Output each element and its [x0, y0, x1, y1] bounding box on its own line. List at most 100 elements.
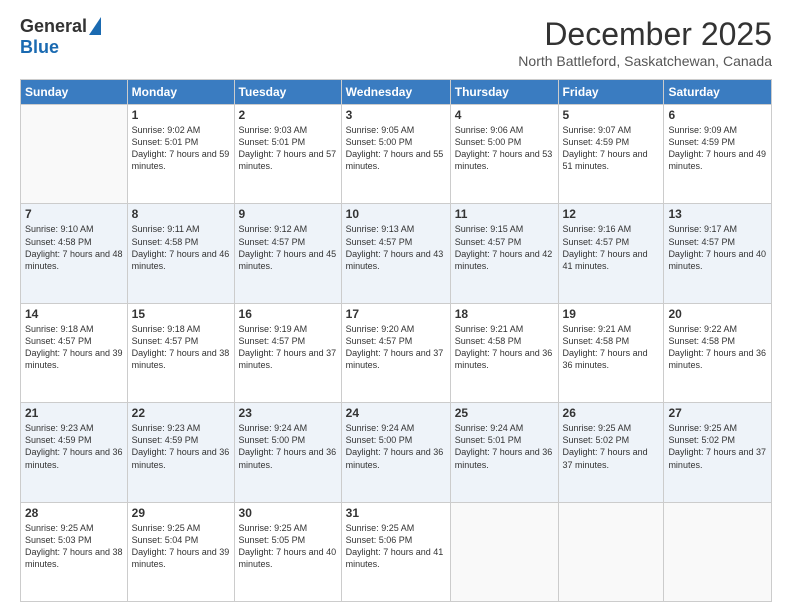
calendar-cell: 8 Sunrise: 9:11 AMSunset: 4:58 PMDaylight… [127, 204, 234, 303]
day-number: 18 [455, 307, 554, 321]
calendar-cell: 6Sunrise: 9:09 AMSunset: 4:59 PMDaylight… [664, 105, 772, 204]
calendar-header-sunday: Sunday [21, 80, 128, 105]
cell-sun-info: Sunrise: 9:13 AMSunset: 4:57 PMDaylight:… [346, 223, 446, 272]
day-number: 25 [455, 406, 554, 420]
day-number: 30 [239, 506, 337, 520]
day-number: 31 [346, 506, 446, 520]
day-number: 6 [668, 108, 767, 122]
calendar-week-row: 14Sunrise: 9:18 AMSunset: 4:57 PMDayligh… [21, 303, 772, 402]
calendar-header-wednesday: Wednesday [341, 80, 450, 105]
cell-sun-info: Sunrise: 9:23 AMSunset: 4:59 PMDaylight:… [132, 422, 230, 471]
logo: General Blue [20, 16, 101, 58]
day-number: 24 [346, 406, 446, 420]
cell-sun-info: Sunrise: 9:19 AMSunset: 4:57 PMDaylight:… [239, 323, 337, 372]
cell-sun-info: Sunrise: 9:25 AMSunset: 5:04 PMDaylight:… [132, 522, 230, 571]
page: General Blue December 2025 North Battlef… [0, 0, 792, 612]
cell-sun-info: Sunrise: 9:15 AMSunset: 4:57 PMDaylight:… [455, 223, 554, 272]
day-number: 26 [563, 406, 660, 420]
day-number: 20 [668, 307, 767, 321]
title-section: December 2025 North Battleford, Saskatch… [518, 16, 772, 69]
calendar-header-friday: Friday [558, 80, 664, 105]
day-number: 15 [132, 307, 230, 321]
calendar-cell: 11Sunrise: 9:15 AMSunset: 4:57 PMDayligh… [450, 204, 558, 303]
calendar-cell: 1 Sunrise: 9:02 AMSunset: 5:01 PMDaylight… [127, 105, 234, 204]
calendar-cell: 4 Sunrise: 9:06 AMSunset: 5:00 PMDaylight… [450, 105, 558, 204]
day-number: 13 [668, 207, 767, 221]
day-number: 8 [132, 207, 230, 221]
calendar-cell [21, 105, 128, 204]
cell-sun-info: Sunrise: 9:05 AMSunset: 5:00 PMDaylight:… [346, 124, 446, 173]
cell-sun-info: Sunrise: 9:23 AMSunset: 4:59 PMDaylight:… [25, 422, 123, 471]
calendar-cell: 22Sunrise: 9:23 AMSunset: 4:59 PMDayligh… [127, 403, 234, 502]
cell-sun-info: Sunrise: 9:25 AMSunset: 5:06 PMDaylight:… [346, 522, 446, 571]
day-number: 2 [239, 108, 337, 122]
calendar-header-row: SundayMondayTuesdayWednesdayThursdayFrid… [21, 80, 772, 105]
calendar-week-row: 7 Sunrise: 9:10 AMSunset: 4:58 PMDaylight… [21, 204, 772, 303]
calendar-cell: 20Sunrise: 9:22 AMSunset: 4:58 PMDayligh… [664, 303, 772, 402]
calendar-cell: 5 Sunrise: 9:07 AMSunset: 4:59 PMDaylight… [558, 105, 664, 204]
calendar-cell: 21 Sunrise: 9:23 AMSunset: 4:59 PMDayligh… [21, 403, 128, 502]
calendar-cell: 26 Sunrise: 9:25 AMSunset: 5:02 PMDayligh… [558, 403, 664, 502]
calendar-cell: 12 Sunrise: 9:16 AMSunset: 4:57 PMDayligh… [558, 204, 664, 303]
cell-sun-info: Sunrise: 9:16 AMSunset: 4:57 PMDaylight:… [563, 223, 660, 272]
calendar-header-saturday: Saturday [664, 80, 772, 105]
cell-sun-info: Sunrise: 9:24 AMSunset: 5:00 PMDaylight:… [346, 422, 446, 471]
calendar-cell: 29 Sunrise: 9:25 AMSunset: 5:04 PMDayligh… [127, 502, 234, 601]
calendar-cell: 14Sunrise: 9:18 AMSunset: 4:57 PMDayligh… [21, 303, 128, 402]
day-number: 10 [346, 207, 446, 221]
calendar-cell [558, 502, 664, 601]
calendar-week-row: 28Sunrise: 9:25 AMSunset: 5:03 PMDayligh… [21, 502, 772, 601]
day-number: 7 [25, 207, 123, 221]
calendar-cell: 9 Sunrise: 9:12 AMSunset: 4:57 PMDaylight… [234, 204, 341, 303]
calendar-cell [664, 502, 772, 601]
day-number: 29 [132, 506, 230, 520]
cell-sun-info: Sunrise: 9:21 AMSunset: 4:58 PMDaylight:… [563, 323, 660, 372]
calendar-cell: 7 Sunrise: 9:10 AMSunset: 4:58 PMDaylight… [21, 204, 128, 303]
cell-sun-info: Sunrise: 9:11 AMSunset: 4:58 PMDaylight:… [132, 223, 230, 272]
cell-sun-info: Sunrise: 9:17 AMSunset: 4:57 PMDaylight:… [668, 223, 767, 272]
cell-sun-info: Sunrise: 9:10 AMSunset: 4:58 PMDaylight:… [25, 223, 123, 272]
calendar-header-monday: Monday [127, 80, 234, 105]
calendar-cell: 31 Sunrise: 9:25 AMSunset: 5:06 PMDayligh… [341, 502, 450, 601]
cell-sun-info: Sunrise: 9:25 AMSunset: 5:02 PMDaylight:… [563, 422, 660, 471]
cell-sun-info: Sunrise: 9:06 AMSunset: 5:00 PMDaylight:… [455, 124, 554, 173]
cell-sun-info: Sunrise: 9:25 AMSunset: 5:05 PMDaylight:… [239, 522, 337, 571]
day-number: 12 [563, 207, 660, 221]
calendar-cell: 3Sunrise: 9:05 AMSunset: 5:00 PMDaylight… [341, 105, 450, 204]
cell-sun-info: Sunrise: 9:25 AMSunset: 5:03 PMDaylight:… [25, 522, 123, 571]
calendar-cell: 28Sunrise: 9:25 AMSunset: 5:03 PMDayligh… [21, 502, 128, 601]
cell-sun-info: Sunrise: 9:20 AMSunset: 4:57 PMDaylight:… [346, 323, 446, 372]
month-title: December 2025 [518, 16, 772, 53]
calendar-week-row: 21 Sunrise: 9:23 AMSunset: 4:59 PMDayligh… [21, 403, 772, 502]
calendar: SundayMondayTuesdayWednesdayThursdayFrid… [20, 79, 772, 602]
cell-sun-info: Sunrise: 9:02 AMSunset: 5:01 PMDaylight:… [132, 124, 230, 173]
calendar-week-row: 1 Sunrise: 9:02 AMSunset: 5:01 PMDaylight… [21, 105, 772, 204]
header: General Blue December 2025 North Battlef… [20, 16, 772, 69]
calendar-cell: 27Sunrise: 9:25 AMSunset: 5:02 PMDayligh… [664, 403, 772, 502]
calendar-cell: 17 Sunrise: 9:20 AMSunset: 4:57 PMDayligh… [341, 303, 450, 402]
cell-sun-info: Sunrise: 9:24 AMSunset: 5:00 PMDaylight:… [239, 422, 337, 471]
cell-sun-info: Sunrise: 9:21 AMSunset: 4:58 PMDaylight:… [455, 323, 554, 372]
calendar-cell [450, 502, 558, 601]
day-number: 5 [563, 108, 660, 122]
day-number: 1 [132, 108, 230, 122]
cell-sun-info: Sunrise: 9:07 AMSunset: 4:59 PMDaylight:… [563, 124, 660, 173]
day-number: 21 [25, 406, 123, 420]
day-number: 27 [668, 406, 767, 420]
calendar-cell: 30 Sunrise: 9:25 AMSunset: 5:05 PMDayligh… [234, 502, 341, 601]
calendar-header-thursday: Thursday [450, 80, 558, 105]
calendar-cell: 24 Sunrise: 9:24 AMSunset: 5:00 PMDayligh… [341, 403, 450, 502]
day-number: 9 [239, 207, 337, 221]
calendar-cell: 16 Sunrise: 9:19 AMSunset: 4:57 PMDayligh… [234, 303, 341, 402]
cell-sun-info: Sunrise: 9:12 AMSunset: 4:57 PMDaylight:… [239, 223, 337, 272]
day-number: 23 [239, 406, 337, 420]
day-number: 17 [346, 307, 446, 321]
logo-general-text: General [20, 16, 87, 37]
location: North Battleford, Saskatchewan, Canada [518, 53, 772, 69]
logo-blue-text: Blue [20, 37, 59, 58]
day-number: 4 [455, 108, 554, 122]
calendar-cell: 18 Sunrise: 9:21 AMSunset: 4:58 PMDayligh… [450, 303, 558, 402]
logo-triangle-icon [89, 17, 101, 35]
day-number: 16 [239, 307, 337, 321]
calendar-header-tuesday: Tuesday [234, 80, 341, 105]
